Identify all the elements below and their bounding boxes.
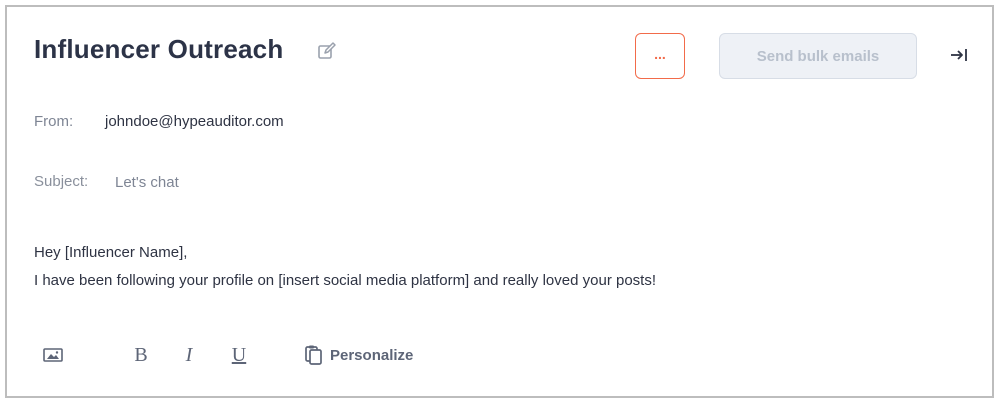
- email-compose-panel: Influencer Outreach ... Send bulk emails…: [5, 5, 994, 398]
- email-body-editor[interactable]: Hey [Influencer Name], I have been follo…: [34, 239, 964, 295]
- body-greeting: Hey [Influencer Name],: [34, 244, 188, 261]
- edit-icon[interactable]: [317, 41, 337, 61]
- personalize-label: Personalize: [330, 346, 414, 364]
- page-title: Influencer Outreach: [34, 34, 284, 64]
- send-bulk-emails-button[interactable]: Send bulk emails: [719, 33, 917, 79]
- bold-button[interactable]: B: [129, 341, 153, 369]
- personalize-button[interactable]: Personalize: [304, 341, 429, 369]
- insert-image-button[interactable]: [39, 341, 67, 369]
- more-options-button[interactable]: ...: [635, 33, 685, 79]
- from-address: johndoe@hypeauditor.com: [105, 113, 284, 130]
- body-paragraph: I have been following your profile on [i…: [34, 272, 656, 289]
- subject-label: Subject:: [34, 173, 89, 190]
- image-icon: [43, 348, 63, 362]
- collapse-panel-icon[interactable]: [948, 44, 970, 66]
- underline-button[interactable]: U: [227, 341, 251, 369]
- subject-input[interactable]: [115, 170, 515, 194]
- from-label: From:: [34, 113, 74, 130]
- italic-button[interactable]: I: [177, 341, 201, 369]
- copy-icon: [305, 345, 322, 365]
